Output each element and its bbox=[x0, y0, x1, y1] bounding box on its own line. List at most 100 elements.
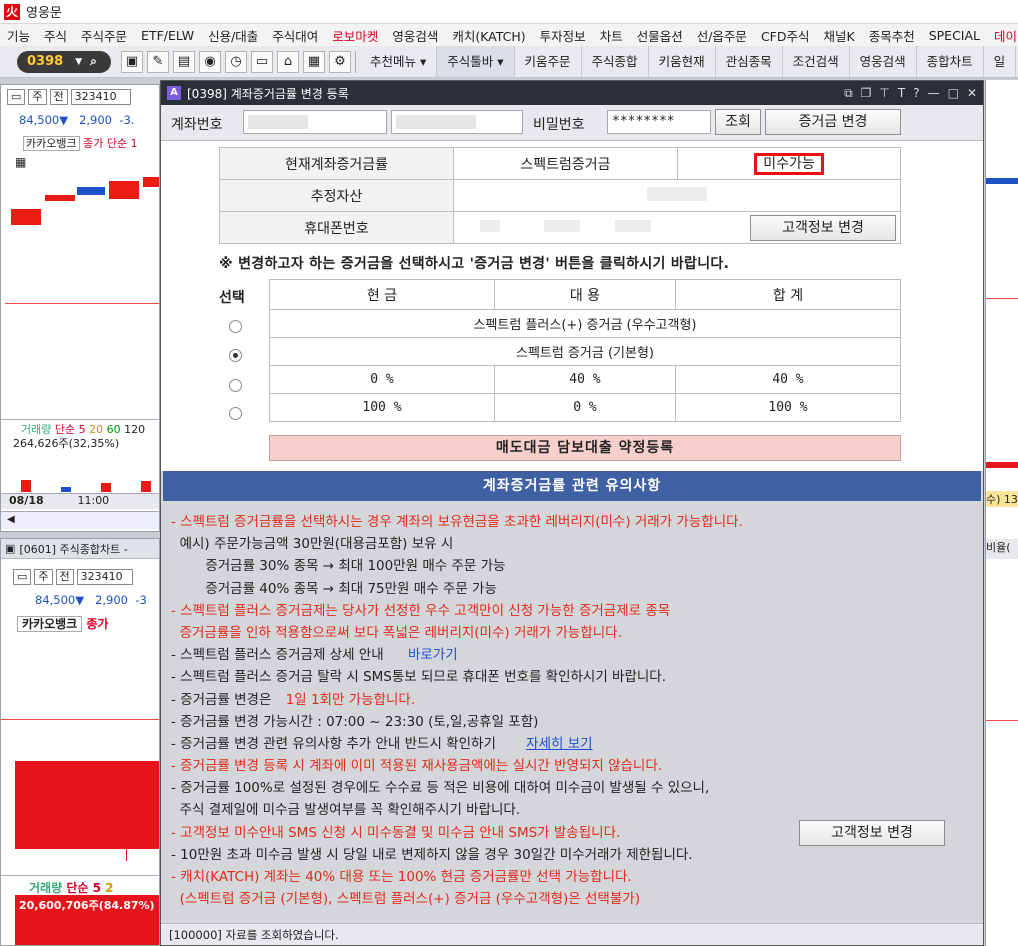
divider bbox=[1, 875, 159, 876]
screen-code-box[interactable]: 0398 ▼ ⌕ bbox=[17, 50, 111, 73]
brush-icon[interactable]: ✎ bbox=[147, 50, 169, 73]
grid-icon[interactable]: ▦ bbox=[15, 155, 26, 169]
search-icon[interactable]: ⌕ bbox=[90, 54, 97, 69]
period-select[interactable]: 주 bbox=[28, 89, 47, 105]
header-total: 합 계 bbox=[674, 279, 902, 310]
menu-item-more[interactable]: 데이 bbox=[987, 26, 1018, 45]
menu-item-special[interactable]: SPECIAL bbox=[922, 28, 987, 43]
save-icon[interactable]: ▣ bbox=[121, 50, 143, 73]
candle bbox=[109, 181, 139, 199]
close-icon[interactable]: ✕ bbox=[967, 86, 977, 101]
scroll-left-icon[interactable]: ◀ bbox=[7, 514, 15, 525]
gear-icon[interactable]: ⚙ bbox=[329, 50, 351, 73]
minimize-icon[interactable]: — bbox=[928, 86, 940, 101]
menu-item-chart[interactable]: 차트 bbox=[593, 26, 630, 45]
folder-icon[interactable]: ▤ bbox=[173, 50, 195, 73]
tile-icon[interactable]: ❐ bbox=[861, 86, 872, 101]
radio-spectrum-plus[interactable] bbox=[229, 320, 242, 333]
period-select[interactable]: 주 bbox=[34, 569, 53, 585]
camera-icon[interactable]: ◉ bbox=[199, 50, 221, 73]
toolbar-menu-kiwoom-order[interactable]: 키움주문 bbox=[515, 46, 582, 77]
grid-icon[interactable]: ▦ bbox=[303, 50, 325, 73]
horizontal-scrollbar[interactable]: ◀ bbox=[1, 511, 159, 529]
price-row: 84,500▼ 2,900 -3 bbox=[35, 593, 147, 607]
menu-item-stock-order[interactable]: 주식주문 bbox=[74, 26, 134, 45]
time-axis: 08/18 11:00 bbox=[1, 493, 159, 509]
chart-legend: 카카오뱅크 종가 bbox=[17, 615, 108, 632]
menu-item-credit-loan[interactable]: 신용/대출 bbox=[201, 26, 265, 45]
restore-icon[interactable]: ⧉ bbox=[844, 86, 853, 101]
account-name-input[interactable] bbox=[391, 110, 523, 134]
password-input[interactable]: ******** bbox=[607, 110, 711, 134]
market-select[interactable]: 전 bbox=[55, 569, 74, 585]
option-100-total[interactable]: 100 % bbox=[674, 393, 902, 422]
option-40-substitute[interactable]: 40 % bbox=[493, 365, 676, 394]
menu-item-stock-lending[interactable]: 주식대여 bbox=[265, 26, 325, 45]
stock-code-input[interactable]: 323410 bbox=[70, 89, 131, 105]
chevron-down-icon[interactable]: ▼ bbox=[75, 57, 82, 67]
phone-label: 휴대폰번호 bbox=[219, 211, 454, 244]
text-icon[interactable]: T bbox=[898, 86, 905, 101]
option-spectrum-plus[interactable]: 스펙트럼 플러스(+) 증거금 (우수고객형) bbox=[269, 309, 901, 338]
menu-item-invest-info[interactable]: 투자정보 bbox=[533, 26, 593, 45]
menu-item-etf-elw[interactable]: ETF/ELW bbox=[134, 28, 201, 43]
pane-title: [0601] 주식종합차트 - bbox=[19, 542, 128, 556]
monitor-icon[interactable]: ▭ bbox=[251, 50, 273, 73]
toolbar-menu-watchlist[interactable]: 관심종목 bbox=[716, 46, 783, 77]
app-badge-icon: A bbox=[167, 86, 181, 100]
radio-spectrum-basic[interactable] bbox=[229, 349, 242, 362]
menu-item-futures-options[interactable]: 선물옵션 bbox=[630, 26, 690, 45]
caution-item: - 캐치(KATCH) 계좌는 40% 대용 또는 100% 현금 증거금률만 … bbox=[171, 869, 632, 885]
background-chart-bottom: ▣ [0601] 주식종합차트 - ▭ 주 전 323410 84,500▼ 2… bbox=[0, 538, 160, 946]
toolbar-menu-composite-chart[interactable]: 종합차트 bbox=[917, 46, 984, 77]
toolbar-menu-kiwoom-current[interactable]: 키움현재 bbox=[649, 46, 716, 77]
query-button[interactable]: 조회 bbox=[715, 109, 761, 135]
maximize-icon[interactable]: □ bbox=[948, 86, 959, 101]
toolbar-menu-more[interactable]: 일 bbox=[984, 46, 1017, 77]
header-substitute: 대 용 bbox=[493, 279, 676, 310]
toolbar-menu-recommend[interactable]: 추천메뉴 ▾ bbox=[360, 46, 438, 77]
menu-item-robomarket[interactable]: 로보마켓 bbox=[325, 26, 385, 45]
toolbar-menu-stock-overview[interactable]: 주식종합 bbox=[582, 46, 649, 77]
account-number-input[interactable] bbox=[243, 110, 387, 134]
radio-100-percent[interactable] bbox=[229, 407, 242, 420]
caution-item: - 고객정보 미수안내 SMS 신청 시 미수동결 및 미수금 안내 SMS가 … bbox=[171, 819, 977, 846]
help-icon[interactable]: ? bbox=[913, 86, 919, 101]
price-line bbox=[986, 720, 1018, 721]
change-margin-button[interactable]: 증거금 변경 bbox=[765, 109, 901, 135]
toolbar-menu-stock-toolbar[interactable]: 주식툴바 ▾ bbox=[437, 46, 515, 77]
pin-icon[interactable]: ⊤ bbox=[879, 86, 889, 101]
customer-info-button[interactable]: 고객정보 변경 bbox=[750, 215, 896, 241]
menu-item-channel-k[interactable]: 채널K bbox=[816, 26, 861, 45]
market-select[interactable]: 전 bbox=[49, 89, 68, 105]
option-100-substitute[interactable]: 0 % bbox=[493, 393, 676, 422]
radio-40-percent[interactable] bbox=[229, 379, 242, 392]
chart-mode-icon[interactable]: ▭ bbox=[7, 89, 26, 105]
home-icon[interactable]: ⌂ bbox=[277, 50, 299, 73]
option-spectrum-basic[interactable]: 스펙트럼 증거금 (기본형) bbox=[269, 337, 901, 366]
go-link[interactable]: 바로가기 bbox=[408, 647, 458, 663]
volume-bar bbox=[986, 462, 1018, 468]
menu-item-fo-order[interactable]: 선/옵주문 bbox=[690, 26, 754, 45]
axis-time: 11:00 bbox=[77, 494, 110, 507]
menu-item-hero-search[interactable]: 영웅검색 bbox=[385, 26, 445, 45]
menu-item-stock[interactable]: 주식 bbox=[37, 26, 74, 45]
customer-info-button-2[interactable]: 고객정보 변경 bbox=[799, 819, 945, 846]
toolbar-menu-hero-search[interactable]: 영웅검색 bbox=[850, 46, 917, 77]
clock-icon[interactable]: ◷ bbox=[225, 50, 247, 73]
details-link[interactable]: 자세히 보기 bbox=[526, 736, 592, 752]
menu-item-recommend[interactable]: 종목추천 bbox=[862, 26, 922, 45]
divider bbox=[1, 419, 159, 420]
menu-item-katch[interactable]: 캐치(KATCH) bbox=[445, 26, 532, 45]
caution-item: - 증거금률 100%로 설정된 경우에도 수수료 등 적은 비용에 대하여 미… bbox=[171, 780, 710, 797]
menu-item-function[interactable]: 기능 bbox=[0, 26, 37, 45]
sale-loan-agreement-button[interactable]: 매도대금 담보대출 약정등록 bbox=[269, 435, 901, 461]
chart-mode-icon[interactable]: ▭ bbox=[13, 569, 32, 585]
menu-item-cfd[interactable]: CFD주식 bbox=[754, 26, 817, 45]
option-40-total[interactable]: 40 % bbox=[674, 365, 902, 394]
stock-code-input[interactable]: 323410 bbox=[76, 569, 133, 585]
option-100-cash[interactable]: 100 % bbox=[269, 393, 495, 422]
option-40-cash[interactable]: 0 % bbox=[269, 365, 495, 394]
volume-bar bbox=[141, 481, 151, 492]
toolbar-menu-condition-search[interactable]: 조건검색 bbox=[783, 46, 850, 77]
